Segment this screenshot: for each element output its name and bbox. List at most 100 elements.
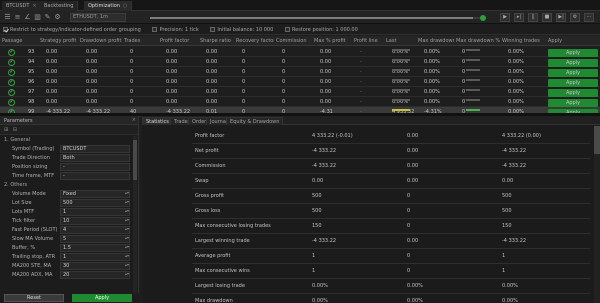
column-header[interactable]: Profit line <box>354 38 384 44</box>
column-header[interactable]: Apply <box>548 38 598 44</box>
tab-optimization[interactable]: Optimization ○ <box>84 1 133 11</box>
cell: 0.00 <box>320 99 332 105</box>
cell: 0.00 <box>320 79 332 85</box>
column-header[interactable]: Max drawdown % <box>456 38 500 44</box>
table-row[interactable]: ✓ 93 0.00 0.00 0 0.00 0.00 0 0 0.00-0.00% 0.00% 0 0.… <box>0 47 600 57</box>
cell: 0.00 <box>206 49 218 55</box>
param-input[interactable]: - <box>60 172 130 180</box>
close-icon[interactable]: × <box>132 117 136 123</box>
checkbox[interactable] <box>3 27 8 32</box>
param-input[interactable]: Both <box>60 154 130 162</box>
param-input[interactable]: 30 <box>60 262 130 270</box>
param-input[interactable]: 1 <box>60 253 130 261</box>
stat-label: Gross loss <box>195 208 221 214</box>
column-header[interactable]: Strategy profit <box>40 38 78 44</box>
vertical-scrollbar[interactable] <box>594 126 600 303</box>
param-input[interactable]: 5 <box>60 235 130 243</box>
tab-backtesting[interactable]: Backtesting <box>40 1 79 11</box>
column-header[interactable]: Profit factor <box>160 38 198 44</box>
table-row[interactable]: ✓ 96 0.00 0.00 0 0.00 0.00 0 0 0.00-0.00% 0.00% 0 0.… <box>0 77 600 87</box>
option-item[interactable]: Restrict to strategy/indicator-defined o… <box>3 27 141 33</box>
play-button[interactable]: ▶ <box>500 13 510 22</box>
apply-button[interactable]: Apply <box>548 49 598 57</box>
apply-button[interactable]: Apply <box>548 59 598 67</box>
column-header[interactable]: Commission <box>276 38 312 44</box>
table-row[interactable]: ✓ 95 0.00 0.00 0 0.00 0.00 0 0 0.00-0.00% 0.00% 0 0.… <box>0 67 600 77</box>
bars-icon[interactable]: ▥ <box>33 13 42 22</box>
param-group-header[interactable]: 1. General <box>0 135 138 144</box>
table-row[interactable]: ✓ 94 0.00 0.00 0 0.00 0.00 0 0 0.00-0.00% 0.00% 0 0.… <box>0 57 600 67</box>
column-header[interactable]: Max % profit <box>314 38 352 44</box>
close-icon[interactable]: × <box>32 3 36 9</box>
expand-icon[interactable]: ⊞ <box>4 127 8 133</box>
param-row: Lots MTF 1 <box>0 207 138 216</box>
column-header[interactable]: Passage <box>2 38 38 44</box>
cell: 0.00% <box>424 69 440 75</box>
table-row[interactable]: ✓ 98 0.00 0.00 0 0.00 0.00 0 0 0.00-0.00% 0.00% 0 0.… <box>0 97 600 107</box>
statistics-row: Max consecutive wins 1 0 1 <box>192 263 590 279</box>
chart-icon[interactable]: ∠ <box>23 13 32 22</box>
statistics-table: Profit factor 4 333.22 (-0.01) 0.00 4 333.2… <box>192 128 590 303</box>
stat-label: Profit factor <box>195 133 225 139</box>
settings-button[interactable]: ⚙ <box>570 13 580 22</box>
param-input[interactable]: 500 <box>60 199 130 207</box>
param-input[interactable]: Fixed <box>60 190 130 198</box>
pause-button[interactable]: || <box>528 13 538 22</box>
column-header[interactable]: Recovery factor <box>236 38 274 44</box>
table-row[interactable]: ✓ 97 0.00 0.00 0 0.00 0.00 0 0 0.00-0.00% 0.00% 0 0.… <box>0 87 600 97</box>
list-icon[interactable]: ≡ <box>13 13 22 22</box>
checkbox[interactable] <box>152 27 158 32</box>
vertical-scrollbar[interactable] <box>133 136 137 296</box>
tab-equity-drawdown[interactable]: Equity & Drawdown <box>226 117 284 125</box>
stat-value: 0 <box>407 193 411 199</box>
column-header[interactable]: Drawdown profit <box>80 38 122 44</box>
progress-fill <box>150 17 474 19</box>
param-input[interactable]: 1.5 <box>60 244 130 252</box>
column-header[interactable]: Max drawdown <box>418 38 454 44</box>
close-icon[interactable]: ○ <box>123 3 127 9</box>
param-input[interactable]: BTCUSDT <box>60 145 130 153</box>
option-item[interactable]: Precision: 1 tick <box>152 27 199 33</box>
param-input[interactable]: - <box>60 163 130 171</box>
param-input[interactable]: 10 <box>60 217 130 225</box>
forward-button[interactable]: ▶| <box>556 13 566 22</box>
option-item[interactable]: Initial balance: 10 000 <box>210 27 273 33</box>
checkbox[interactable] <box>210 27 216 32</box>
param-input[interactable]: 4 <box>60 226 130 234</box>
tab-label: Backtesting <box>44 3 74 9</box>
collapse-icon[interactable]: ⊟ <box>13 127 17 133</box>
column-header[interactable]: Last <box>386 38 416 44</box>
more-button[interactable]: ⋯ <box>584 13 594 22</box>
menu-icon[interactable]: ☰ <box>3 13 12 22</box>
reset-button[interactable]: Reset <box>4 294 64 302</box>
param-group-header[interactable]: 2. Others <box>0 180 138 189</box>
column-header[interactable]: Trades <box>124 38 158 44</box>
apply-button[interactable]: Apply <box>548 79 598 87</box>
step-button[interactable]: ▸| <box>514 13 524 22</box>
cell: 0.00% <box>424 79 440 85</box>
param-input[interactable]: 1 <box>60 208 130 216</box>
column-header[interactable]: Winning trades <box>502 38 546 44</box>
param-input[interactable]: 20 <box>60 271 130 279</box>
apply-button[interactable]: Apply <box>548 69 598 77</box>
apply-button[interactable]: Apply <box>548 89 598 97</box>
pencil-icon[interactable]: ✎ <box>43 13 52 22</box>
cell: 0 <box>242 59 246 65</box>
tab-statistics[interactable]: Statistics <box>142 117 173 125</box>
scroll-thumb[interactable] <box>594 126 600 154</box>
row-number: 94 <box>28 59 35 65</box>
grid-header: Passage Strategy profit Drawdown profit Tra… <box>0 36 600 46</box>
column-header[interactable]: Sharpe ratio <box>200 38 234 44</box>
stat-label: Gross profit <box>195 193 224 199</box>
option-item[interactable]: Restore position: 1 000.00 <box>284 27 358 33</box>
tab-chart[interactable]: BTCUSDT × <box>2 1 42 11</box>
apply-button[interactable]: Apply <box>72 294 132 302</box>
symbol-field[interactable]: ETHUSDT, 1m <box>70 13 126 22</box>
cell: 0.00 <box>46 69 58 75</box>
apply-button[interactable]: Apply <box>548 99 598 107</box>
stop-button[interactable]: ■ <box>542 13 552 22</box>
checkbox[interactable] <box>284 27 290 32</box>
scroll-thumb[interactable] <box>133 140 137 180</box>
settings-icon[interactable]: ⚙ <box>53 13 62 22</box>
cell: 0.00% <box>424 99 440 105</box>
